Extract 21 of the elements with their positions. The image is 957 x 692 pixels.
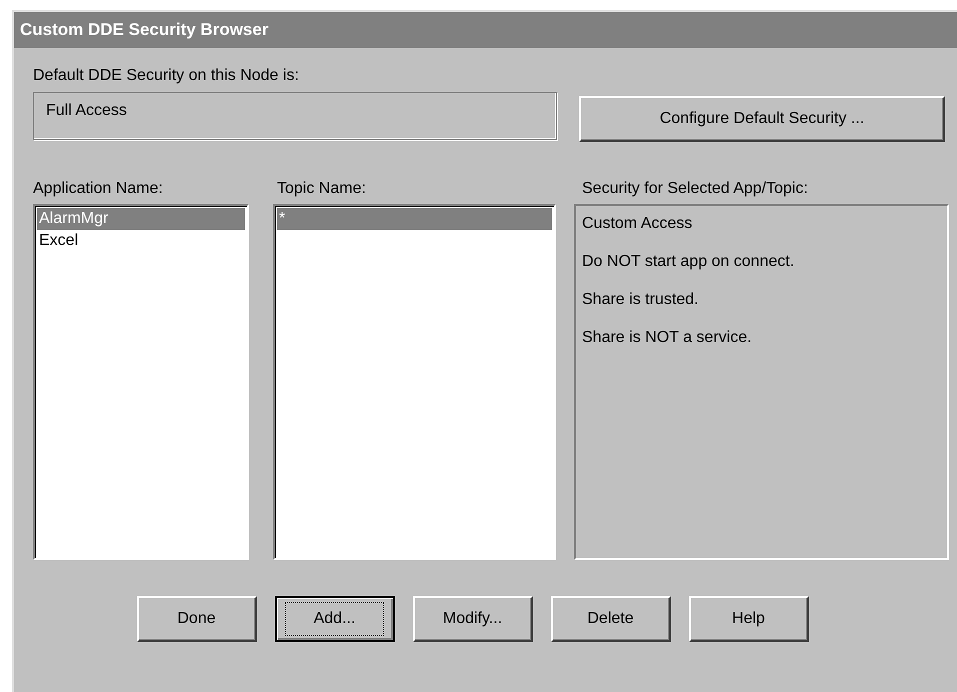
- dialog-button[interactable]: Delete: [550, 596, 670, 642]
- security-line: Share is NOT a service.: [582, 328, 753, 348]
- dialog-button[interactable]: Help: [688, 596, 808, 642]
- list-item[interactable]: Excel: [37, 230, 245, 252]
- security-line: Share is trusted.: [582, 290, 700, 310]
- window-title: Custom DDE Security Browser: [14, 12, 957, 48]
- default-security-field: Full Access: [33, 92, 557, 140]
- security-line: Custom Access: [582, 214, 694, 234]
- dialog-button[interactable]: Add...: [274, 596, 394, 642]
- panel-label: Security for Selected App/Topic:: [581, 179, 809, 199]
- security-line: Do NOT start app on connect.: [582, 252, 796, 272]
- list-item[interactable]: *: [277, 208, 552, 230]
- list-item[interactable]: AlarmMgr: [37, 208, 245, 230]
- configure-button[interactable]: Configure Default Security ...: [579, 96, 945, 142]
- list-label: Application Name:: [33, 179, 164, 199]
- field-label: Default DDE Security on this Node is:: [33, 66, 300, 86]
- application-list[interactable]: AlarmMgr Excel: [33, 204, 249, 560]
- topic-list[interactable]: *: [273, 204, 556, 560]
- dialog-button[interactable]: Modify...: [412, 596, 532, 642]
- list-label: Topic Name:: [276, 179, 367, 199]
- dialog-button[interactable]: Done: [136, 596, 256, 642]
